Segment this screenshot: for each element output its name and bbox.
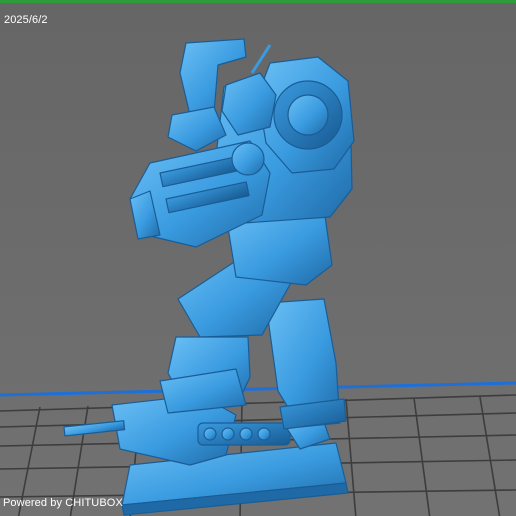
scene-canvas[interactable] (0, 3, 516, 516)
powered-by-watermark: Powered by CHITUBOX (3, 497, 123, 509)
date-label: 2025/6/2 (4, 14, 48, 26)
build-plate-edge (0, 381, 516, 397)
model-viewport[interactable]: 2025/6/2 Powered by CHITUBOX (0, 0, 516, 516)
